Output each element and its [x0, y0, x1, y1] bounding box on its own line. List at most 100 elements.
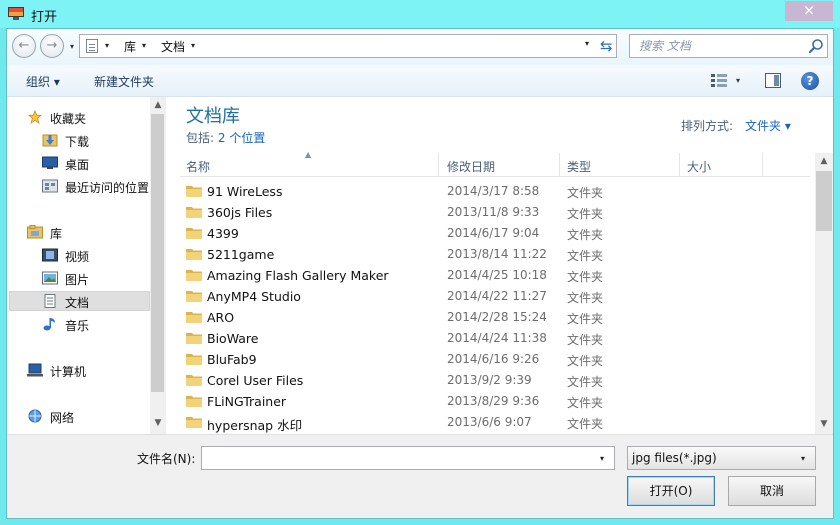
folder-icon	[186, 333, 202, 344]
help-icon[interactable]: ?	[801, 72, 819, 90]
sidebar-item-label: 计算机	[50, 365, 87, 379]
column-header-name[interactable]: 名称	[186, 158, 210, 175]
address-segment-documents[interactable]: 文档	[161, 38, 185, 55]
new-folder-button[interactable]: 新建文件夹	[94, 73, 154, 90]
file-row[interactable]: BluFab9 2014/6/16 9:26 文件夹	[180, 349, 810, 370]
cancel-button[interactable]: 取消	[728, 476, 816, 506]
column-header-type[interactable]: 类型	[567, 158, 591, 175]
file-date: 2014/4/25 10:18	[447, 268, 547, 282]
sidebar-item-label: 网络	[50, 411, 75, 425]
sidebar-item-downloads[interactable]: 下载	[9, 130, 150, 150]
view-options-icon[interactable]	[711, 74, 727, 87]
search-icon[interactable]	[808, 38, 824, 54]
file-name: FLiNGTrainer	[207, 394, 287, 409]
file-type: 文件夹	[567, 228, 604, 242]
includes-locations-link[interactable]: 2 个位置	[218, 131, 265, 145]
file-row[interactable]: AnyMP4 Studio 2014/4/22 11:27 文件夹	[180, 286, 810, 307]
search-input[interactable]	[630, 35, 805, 57]
file-date: 2014/4/24 11:38	[447, 331, 547, 345]
column-divider[interactable]	[559, 153, 560, 177]
column-divider[interactable]	[438, 153, 439, 177]
file-name-combobox[interactable]: ▾	[201, 446, 615, 470]
sidebar-item-recent-places[interactable]: 最近访问的位置	[9, 176, 150, 196]
file-name-dropdown-icon[interactable]: ▾	[600, 454, 604, 463]
back-button[interactable]: ←	[12, 34, 36, 58]
file-row[interactable]: hypersnap 水印 2013/6/6 9:07 文件夹	[180, 412, 810, 433]
documents-icon	[44, 294, 56, 308]
organize-button[interactable]: 组织 ▾	[26, 73, 60, 90]
address-bar[interactable]: ▾ 库 ▾ 文档 ▾ ▾ ⇆	[79, 34, 617, 58]
sidebar-item-computer[interactable]: 计算机	[9, 360, 150, 380]
file-type: 文件夹	[567, 249, 604, 263]
address-segment-library[interactable]: 库	[124, 38, 136, 55]
file-date: 2014/3/17 8:58	[447, 184, 540, 198]
scroll-up-icon[interactable]: ▲	[815, 153, 833, 169]
scroll-down-icon[interactable]: ▼	[815, 416, 833, 432]
file-type-select[interactable]: jpg files(*.jpg) ▾	[627, 446, 816, 470]
column-header-date[interactable]: 修改日期	[447, 158, 495, 175]
computer-icon	[27, 363, 43, 377]
recent-places-icon	[42, 179, 58, 193]
file-row[interactable]: 5211game 2013/8/14 11:22 文件夹	[180, 244, 810, 265]
sidebar-item-pictures[interactable]: 图片	[9, 268, 150, 288]
column-divider[interactable]	[762, 153, 763, 177]
history-dropdown-icon[interactable]: ▾	[70, 42, 74, 51]
scrollbar-thumb[interactable]	[151, 114, 164, 392]
file-name: BioWare	[207, 331, 259, 346]
file-row[interactable]: BioWare 2014/4/24 11:38 文件夹	[180, 328, 810, 349]
file-type-dropdown-icon[interactable]: ▾	[801, 454, 805, 463]
folder-icon	[186, 186, 202, 197]
search-box[interactable]	[629, 34, 828, 58]
file-type: 文件夹	[567, 207, 604, 221]
sidebar-item-music[interactable]: 音乐	[9, 314, 150, 334]
file-list-pane: 文档库 包括: 2 个位置 排列方式: 文件夹 ▾ ▲ 名称 修改日期 类型 大…	[166, 97, 833, 434]
file-list-scrollbar[interactable]: ▲ ▼	[815, 153, 833, 434]
includes-label: 包括:	[186, 131, 215, 145]
address-dropdown-icon[interactable]: ▾	[585, 39, 589, 48]
arrange-by-dropdown[interactable]: 文件夹 ▾	[745, 117, 791, 134]
file-row[interactable]: ARO 2014/2/28 15:24 文件夹	[180, 307, 810, 328]
folder-icon	[186, 249, 202, 260]
sidebar-item-desktop[interactable]: 桌面	[9, 153, 150, 173]
preview-pane-icon[interactable]	[765, 73, 781, 88]
sidebar-item-favorites[interactable]: 收藏夹	[9, 107, 150, 127]
file-type: 文件夹	[567, 396, 604, 410]
file-row[interactable]: Amazing Flash Gallery Maker 2014/4/25 10…	[180, 265, 810, 286]
sidebar-item-videos[interactable]: 视频	[9, 245, 150, 265]
close-button[interactable]: ×	[785, 1, 833, 21]
scrollbar-thumb[interactable]	[816, 171, 832, 231]
scroll-down-icon[interactable]: ▼	[150, 415, 166, 431]
file-date: 2014/2/28 15:24	[447, 310, 547, 324]
address-sep-icon[interactable]: ▾	[142, 41, 146, 50]
title-bar: 打开 ×	[0, 0, 840, 28]
file-name-input[interactable]	[202, 447, 594, 469]
open-button[interactable]: 打开(O)	[627, 476, 715, 506]
file-row[interactable]: 91 WireLess 2014/3/17 8:58 文件夹	[180, 181, 810, 202]
file-date: 2013/9/2 9:39	[447, 373, 532, 387]
sidebar-item-documents[interactable]: 文档	[9, 291, 150, 311]
column-divider[interactable]	[679, 153, 680, 177]
sidebar-scrollbar[interactable]: ▲ ▼	[150, 97, 166, 434]
file-name-label: 文件名(N):	[137, 452, 196, 466]
file-row[interactable]: Corel User Files 2013/9/2 9:39 文件夹	[180, 370, 810, 391]
column-header-size[interactable]: 大小	[687, 158, 711, 175]
sidebar-item-label: 最近访问的位置	[65, 181, 150, 195]
scroll-up-icon[interactable]: ▲	[150, 97, 166, 113]
address-root-dropdown-icon[interactable]: ▾	[105, 41, 109, 50]
address-sep-icon[interactable]: ▾	[191, 41, 195, 50]
file-row[interactable]: 360js Files 2013/11/8 9:33 文件夹	[180, 202, 810, 223]
file-row[interactable]: 4399 2014/6/17 9:04 文件夹	[180, 223, 810, 244]
folder-icon	[186, 417, 202, 428]
sidebar-item-label: 库	[50, 227, 63, 241]
sidebar-item-label: 收藏夹	[50, 112, 87, 126]
refresh-icon[interactable]: ⇆	[600, 37, 613, 55]
file-type: 文件夹	[567, 270, 604, 284]
sidebar-item-libraries[interactable]: 库	[9, 222, 150, 242]
view-dropdown-icon[interactable]: ▾	[736, 76, 740, 85]
sidebar-item-network[interactable]: 网络	[9, 406, 150, 426]
file-type: 文件夹	[567, 417, 604, 431]
file-row[interactable]: FLiNGTrainer 2013/8/29 9:36 文件夹	[180, 391, 810, 412]
pictures-icon	[42, 271, 58, 285]
navigation-pane: 收藏夹 下载 桌面 最近访问的位置 库 视频 图片 文档 音乐 计算机 网络 ▲…	[7, 97, 166, 434]
forward-button[interactable]: →	[40, 34, 64, 58]
